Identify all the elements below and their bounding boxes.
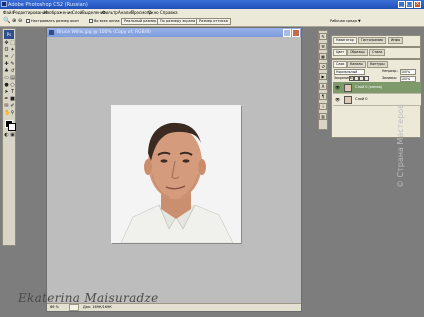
- all-windows-label: Во всех окнах: [94, 19, 120, 23]
- zoom-tool-icon[interactable]: ⚲: [10, 111, 15, 116]
- layer-thumbnail: [344, 84, 352, 92]
- crop-tool-icon[interactable]: ⌗: [4, 55, 9, 60]
- status-divider: [69, 304, 79, 311]
- resize-windows-label: Настраивать размер окон: [31, 19, 79, 23]
- swatches-panel-icon[interactable]: ▥: [319, 113, 327, 120]
- lasso-tool-icon[interactable]: ʘ: [4, 48, 9, 53]
- eyedropper-tool-icon[interactable]: ✐: [10, 104, 15, 109]
- maximize-button[interactable]: □: [406, 1, 413, 8]
- actual-pixels-button[interactable]: Реальный размер: [121, 18, 160, 25]
- quick-mask-icon[interactable]: ◐: [4, 133, 9, 138]
- tab-paths[interactable]: Контуры: [367, 61, 388, 68]
- layer-comps-icon[interactable]: ▦: [319, 53, 327, 60]
- document-icon: [49, 30, 54, 35]
- zoom-tool-icon: 🔍: [3, 17, 11, 24]
- healing-brush-tool-icon[interactable]: ✚: [4, 62, 9, 67]
- tab-channels[interactable]: Каналы: [347, 61, 366, 68]
- dodge-tool-icon[interactable]: ○: [10, 83, 15, 88]
- resize-windows-checkbox[interactable]: [26, 19, 30, 23]
- color-panel: Цвет Образцы Стили: [331, 47, 421, 59]
- path-selection-tool-icon[interactable]: ➤: [4, 90, 9, 95]
- doc-close-button[interactable]: [292, 29, 300, 37]
- tab-navigator[interactable]: Навигатор: [333, 37, 357, 44]
- fill-label: Заливка:: [382, 76, 397, 80]
- brush-tool-icon[interactable]: ✎: [10, 62, 15, 67]
- tab-styles[interactable]: Стили: [369, 49, 386, 56]
- history-brush-tool-icon[interactable]: ↺: [10, 69, 15, 74]
- layers-panel: Слои Каналы Контуры Нормальный Непрозр.:…: [331, 59, 421, 138]
- photoshop-logo-icon: [1, 1, 7, 7]
- brushes-panel-icon[interactable]: ✎: [319, 33, 327, 40]
- options-bar: 🔍 ⊕ ⊖ Настраивать размер окон Во всех ок…: [0, 16, 424, 27]
- opacity-input[interactable]: 100%: [400, 69, 416, 75]
- fit-screen-button[interactable]: По размеру экрана: [157, 18, 199, 25]
- type-tool-icon[interactable]: T: [10, 90, 15, 95]
- blur-tool-icon[interactable]: ●: [4, 83, 9, 88]
- move-tool-icon[interactable]: ✥: [4, 41, 9, 46]
- layer-name: Слой 0 (копия): [355, 85, 383, 89]
- magic-wand-tool-icon[interactable]: ✦: [10, 48, 15, 53]
- print-size-button[interactable]: Размер оттиска: [196, 18, 231, 25]
- gradient-tool-icon[interactable]: ▤: [10, 76, 15, 81]
- ps-logo-icon: Ps: [4, 30, 14, 39]
- title-bar: Adobe Photoshop CS2 (Russian) _ □ ×: [0, 0, 424, 9]
- panel-well: ✎ ⚒ ▦ ↺ ▶ A ¶ i ▥: [318, 30, 328, 130]
- actions-panel-icon[interactable]: ▶: [319, 73, 327, 80]
- character-panel-icon[interactable]: A: [319, 83, 327, 90]
- toolbox: Ps ✥ ⬚ ʘ ✦ ⌗ ⟋ ✚ ✎ ♣ ↺ ▭ ▤ ● ○ ➤ T ✒ ■ ✉…: [2, 28, 16, 246]
- all-windows-checkbox[interactable]: [89, 19, 93, 23]
- zoom-out-icon[interactable]: ⊖: [18, 18, 22, 24]
- window-title: Adobe Photoshop CS2 (Russian): [8, 2, 88, 8]
- close-button[interactable]: ×: [414, 1, 421, 8]
- tab-swatches[interactable]: Образцы: [347, 49, 368, 56]
- tool-presets-icon[interactable]: ⚒: [319, 43, 327, 50]
- shape-tool-icon[interactable]: ■: [10, 97, 15, 102]
- document-size: Док: 169К/169К: [83, 305, 112, 309]
- menu-layer[interactable]: Слой: [72, 10, 82, 15]
- lock-all-icon[interactable]: [364, 76, 369, 81]
- layer-row-selected[interactable]: 👁 Слой 0 (копия): [333, 82, 421, 94]
- tab-histogram[interactable]: Гистограмма: [358, 37, 386, 44]
- portrait-image: [120, 122, 234, 243]
- signature-text: Ekaterina Maisuradze: [18, 291, 159, 305]
- blend-mode-select[interactable]: Нормальный: [334, 69, 365, 75]
- document-window: Bruce Willis.jpg @ 100% (Copy of, RGB/8): [46, 27, 302, 312]
- history-panel-icon[interactable]: ↺: [319, 63, 327, 70]
- watermark-text: © Страна Мастеров: [396, 104, 405, 188]
- menu-window[interactable]: Окно: [148, 10, 159, 15]
- clone-stamp-tool-icon[interactable]: ♣: [4, 69, 9, 74]
- paragraph-panel-icon[interactable]: ¶: [319, 93, 327, 100]
- zoom-in-icon[interactable]: ⊕: [12, 18, 16, 24]
- eye-icon[interactable]: 👁: [335, 85, 340, 90]
- menu-help[interactable]: Справка: [160, 10, 178, 15]
- hand-tool-icon[interactable]: ✋: [4, 111, 10, 116]
- document-title: Bruce Willis.jpg @ 100% (Copy of, RGB/8): [57, 30, 151, 35]
- menu-filter[interactable]: Фильтр: [102, 10, 118, 15]
- menu-edit[interactable]: Редактирование: [13, 10, 48, 15]
- marquee-tool-icon[interactable]: ⬚: [10, 41, 15, 46]
- zoom-level[interactable]: 66 %: [50, 305, 59, 309]
- eye-icon[interactable]: 👁: [335, 97, 340, 102]
- workspace-menu[interactable]: Рабочая среда ▼: [330, 18, 361, 24]
- minimize-button[interactable]: _: [398, 1, 405, 8]
- layer-thumbnail: [344, 96, 352, 104]
- image-canvas[interactable]: [111, 105, 241, 243]
- pen-tool-icon[interactable]: ✒: [4, 97, 9, 102]
- eraser-tool-icon[interactable]: ▭: [4, 76, 9, 81]
- menu-image[interactable]: Изображение: [44, 10, 73, 15]
- slice-tool-icon[interactable]: ⟋: [10, 55, 15, 60]
- tab-info[interactable]: Инфо: [388, 37, 404, 44]
- info-panel-icon[interactable]: i: [319, 103, 327, 110]
- tab-color[interactable]: Цвет: [333, 49, 348, 56]
- layer-row[interactable]: 👁 Слой 0: [333, 94, 421, 106]
- doc-minimize-button[interactable]: [283, 29, 291, 37]
- document-title-bar: Bruce Willis.jpg @ 100% (Copy of, RGB/8): [47, 28, 301, 37]
- tab-layers[interactable]: Слои: [333, 61, 348, 68]
- notes-tool-icon[interactable]: ✉: [4, 104, 9, 109]
- screen-mode-icon[interactable]: ▣: [10, 133, 15, 138]
- layer-name: Слой 0: [355, 97, 368, 101]
- background-color-swatch[interactable]: [8, 123, 16, 131]
- navigator-panel: Навигатор Гистограмма Инфо: [331, 35, 421, 47]
- opacity-label: Непрозр.:: [382, 69, 399, 73]
